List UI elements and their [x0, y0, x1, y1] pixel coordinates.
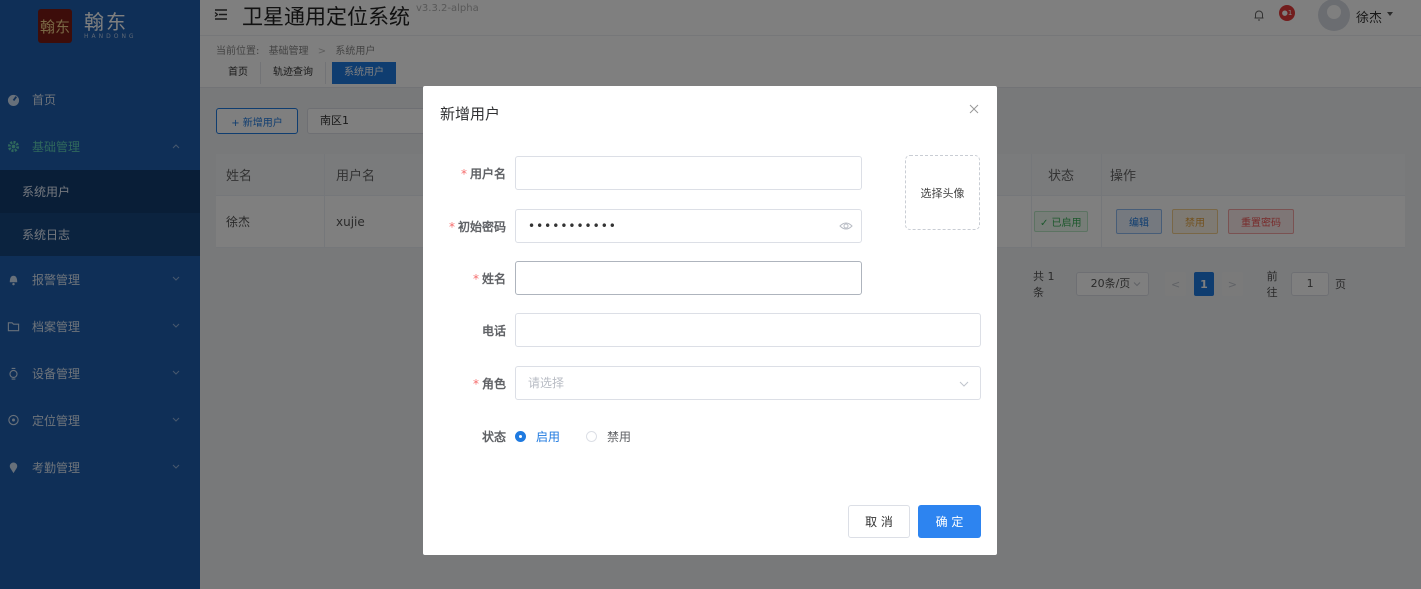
chevron-down-icon — [959, 381, 969, 387]
role-placeholder: 请选择 — [528, 376, 565, 390]
password-value: ••••••••••• — [528, 219, 617, 233]
status-radio-enabled[interactable]: 启用 — [515, 428, 560, 445]
radio-checked-icon — [515, 431, 526, 442]
role-label: * 角色 — [472, 377, 506, 391]
password-input[interactable]: ••••••••••• — [515, 209, 862, 243]
status-label: 状态 — [481, 430, 506, 444]
phone-input[interactable] — [515, 313, 981, 347]
confirm-button[interactable]: 确 定 — [918, 505, 981, 538]
username-input[interactable] — [515, 156, 862, 190]
eye-icon[interactable] — [839, 220, 853, 232]
radio-unchecked-icon — [586, 431, 598, 442]
radio-label: 启用 — [536, 430, 561, 444]
add-user-dialog: 新增用户 * 用户名 * 初始密码 ••••••••••• 选择头像 * 姓名 电话 … — [423, 86, 997, 555]
status-radio-group: 启用 禁用 — [515, 428, 657, 445]
role-select[interactable]: 请选择 — [515, 366, 981, 400]
username-label: * 用户名 — [460, 167, 506, 181]
password-label: * 初始密码 — [448, 220, 506, 234]
select-avatar-button[interactable]: 选择头像 — [905, 155, 980, 230]
phone-label: 电话 — [481, 324, 506, 338]
realname-label: * 姓名 — [472, 272, 506, 286]
cancel-button[interactable]: 取 消 — [848, 505, 910, 538]
radio-label: 禁用 — [607, 430, 632, 444]
realname-input[interactable] — [515, 261, 862, 295]
status-radio-disabled[interactable]: 禁用 — [586, 428, 631, 445]
dialog-title: 新增用户 — [440, 105, 501, 123]
close-icon[interactable] — [968, 103, 980, 115]
